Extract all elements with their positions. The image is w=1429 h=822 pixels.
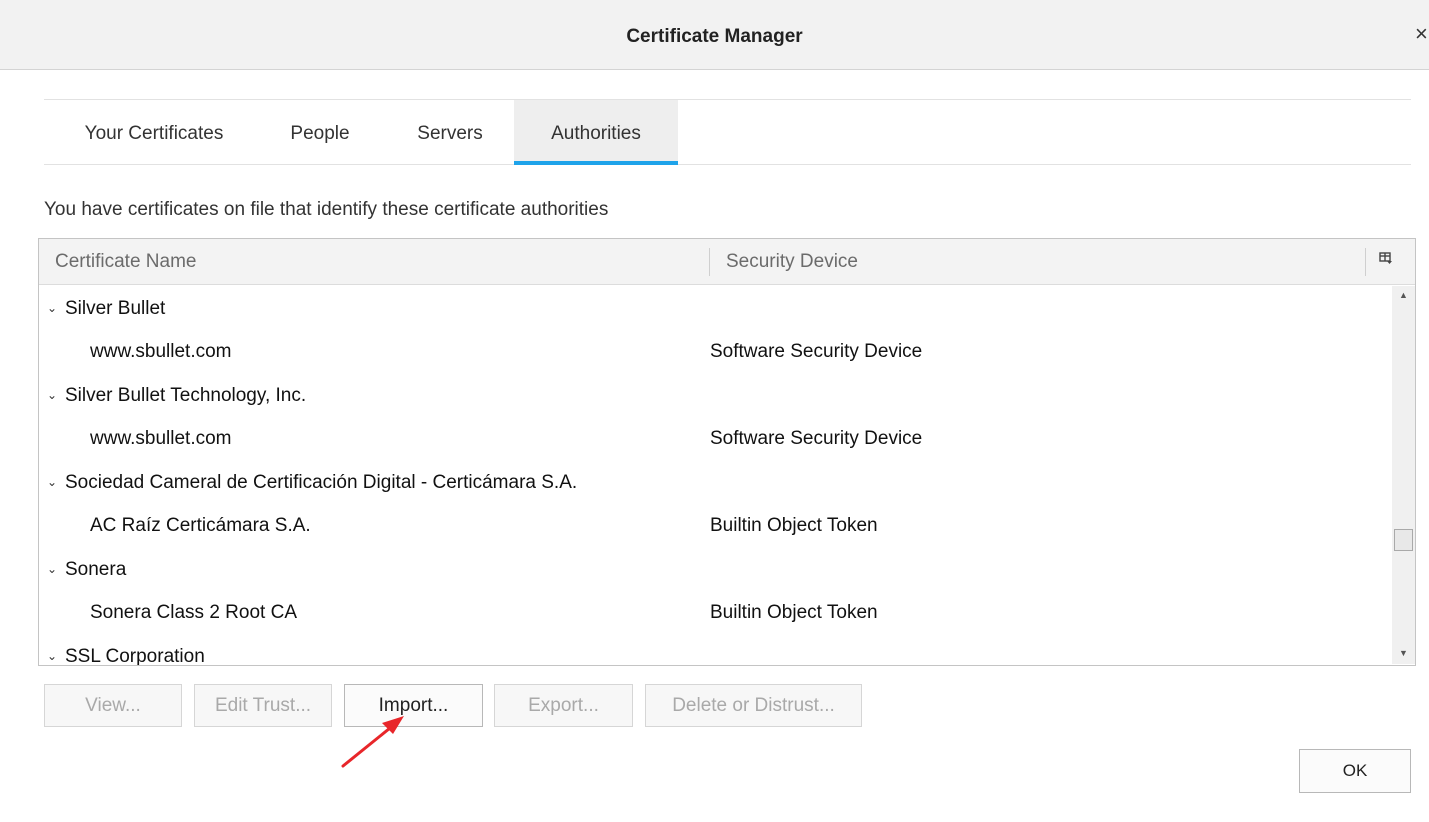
tree-row-certificate[interactable]: www.sbullet.com Software Security Device [39,416,1389,460]
tree-row-group[interactable]: ⌄ Silver Bullet Technology, Inc. [39,373,1389,417]
column-header-security-device[interactable]: Security Device [726,251,858,273]
row-name: Sonera Class 2 Root CA [90,602,297,623]
tab-servers[interactable]: Servers [401,100,499,165]
window-title: Certificate Manager [626,26,803,47]
row-name: Silver Bullet [65,298,166,319]
tab-description: You have certificates on file that ident… [44,199,609,220]
chevron-down-icon[interactable]: ⌄ [47,475,65,489]
row-device: Builtin Object Token [710,515,878,536]
chevron-down-icon[interactable]: ⌄ [47,562,65,576]
row-name: Sociedad Cameral de Certificación Digita… [65,472,578,493]
tab-people[interactable]: People [275,100,365,165]
tree-row-group[interactable]: ⌄ Silver Bullet [39,286,1389,330]
chevron-down-icon[interactable]: ⌄ [47,301,65,315]
annotation-arrow-icon [341,716,404,768]
tree-row-group[interactable]: ⌄ Sociedad Cameral de Certificación Digit… [39,460,1389,504]
row-device: Software Security Device [710,428,923,449]
scroll-up-arrow-icon[interactable]: ▲ [1392,286,1415,304]
export-button[interactable]: Export... [494,684,633,727]
tab-authorities[interactable]: Authorities [514,100,678,165]
row-name: Silver Bullet Technology, Inc. [65,385,307,406]
close-icon[interactable]: × [1415,22,1429,46]
tree-row-group[interactable]: ⌄ SSL Corporation [39,634,1389,666]
column-splitter[interactable] [709,248,710,276]
row-name: SSL Corporation [65,646,205,666]
column-header-certificate-name[interactable]: Certificate Name [55,251,197,273]
view-button[interactable]: View... [44,684,182,727]
scroll-down-arrow-icon[interactable]: ▼ [1392,644,1415,662]
tree-rows: ⌄ Silver Bullet www.sbullet.com Software … [39,286,1389,666]
column-picker-icon[interactable] [1379,251,1395,271]
tree-header: Certificate Name Security Device [39,239,1415,285]
tree-row-certificate[interactable]: AC Raíz Certicámara S.A. Builtin Object … [39,503,1389,547]
row-device: Software Security Device [710,341,923,362]
row-name: www.sbullet.com [90,341,232,362]
delete-or-distrust-button[interactable]: Delete or Distrust... [645,684,862,727]
row-name: www.sbullet.com [90,428,232,449]
ok-button[interactable]: OK [1299,749,1411,793]
tree-row-certificate[interactable]: Sonera Class 2 Root CA Builtin Object To… [39,590,1389,634]
chevron-down-icon[interactable]: ⌄ [47,388,65,402]
certificate-tree[interactable]: Certificate Name Security Device ⌄ Silver… [38,238,1416,666]
tree-row-group[interactable]: ⌄ Sonera [39,547,1389,591]
tab-your-certificates[interactable]: Your Certificates [60,100,248,165]
tree-row-certificate[interactable]: www.sbullet.com Software Security Device [39,329,1389,373]
chevron-down-icon[interactable]: ⌄ [47,649,65,663]
row-name: AC Raíz Certicámara S.A. [90,515,311,536]
row-device: Builtin Object Token [710,602,878,623]
tab-bar: Your Certificates People Servers Authori… [44,99,1411,165]
edit-trust-button[interactable]: Edit Trust... [194,684,332,727]
vertical-scrollbar[interactable]: ▲ ▼ [1392,286,1415,664]
scrollbar-thumb[interactable] [1394,529,1413,551]
row-name: Sonera [65,559,127,580]
column-splitter[interactable] [1365,248,1366,276]
title-bar: Certificate Manager × [0,0,1429,70]
